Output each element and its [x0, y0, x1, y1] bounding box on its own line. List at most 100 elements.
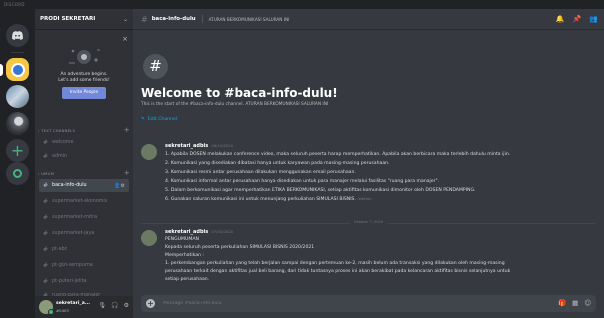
channel-hash-icon: # [143, 54, 168, 79]
emoji-icon[interactable]: ☺ [584, 299, 591, 307]
composer-tools: 🎁 ▦ ☺ [558, 299, 591, 307]
message-author[interactable]: sekretari_adbis 07/10/2020 [165, 229, 233, 235]
message-line: Memperhatikan : [165, 253, 204, 258]
gift-icon[interactable]: 🎁 [558, 299, 566, 307]
message-timestamp: 06/10/2020 [211, 143, 234, 148]
channel-admin[interactable]: # admin [39, 150, 129, 163]
channel-label: supermarket-jaya [52, 231, 95, 236]
channel-supermarket-ekonomis[interactable]: # supermarket-ekonomis [39, 195, 129, 208]
message: sekretari_adbis 06/10/2020 1. Apabila DOS… [141, 143, 596, 213]
channel-pt-puteri-jelita[interactable]: # pt-puteri-jelita [39, 275, 129, 288]
chat-area: # baca-info-dulu ATURAN BERKOMUNIKASI SA… [133, 9, 604, 318]
message-timestamp: 07/10/2020 [211, 229, 234, 234]
gif-icon[interactable]: ▦ [572, 299, 578, 307]
invite-line-2: Let's add some friends! [58, 78, 110, 83]
avatar[interactable] [39, 300, 54, 315]
selected-server-indicator [0, 64, 3, 76]
message-author[interactable]: sekretari_adbis 06/10/2020 [165, 143, 233, 149]
server-rail: + [0, 9, 35, 318]
gear-icon[interactable]: ⚙ [124, 302, 129, 309]
message-line: perusahaan terkait dengan aktifitas jual… [165, 269, 511, 274]
category-text-channels[interactable]: › TEXT CHANNELS + [38, 126, 130, 134]
hash-icon: # [43, 153, 49, 160]
server-header[interactable]: PRODI SEKRETARI ⌄ [35, 9, 133, 30]
channel-label: pt-puteri-jelita [52, 279, 87, 284]
rail-separator [11, 52, 24, 53]
channel-topic[interactable]: ATURAN BERKOMUNIKASI SALURAN INI [209, 17, 290, 22]
server-icon-3[interactable] [6, 112, 29, 135]
microphone-icon[interactable]: 🎙 [99, 302, 107, 309]
add-server-icon[interactable]: + [6, 139, 29, 162]
category-label: › TEXT CHANNELS [38, 127, 76, 133]
invite-card: × An adventure begins. Let's add some fr… [40, 34, 128, 112]
add-channel-icon[interactable]: + [124, 126, 130, 134]
message-line: Kepada seluruh peserta perkuliahan SIMUL… [165, 245, 315, 250]
header-divider [201, 15, 203, 23]
category-umum[interactable]: › UMUM + [38, 169, 130, 177]
header-toolbar: 🔔 📌 👥 [556, 15, 598, 23]
channel-welcome[interactable]: # welcome [39, 136, 129, 149]
user-tag: #0403 [56, 308, 69, 313]
pencil-icon: ✎ [141, 117, 145, 122]
channel-baca-info-dulu[interactable]: # baca-info-dulu 👤⚙ [39, 179, 129, 192]
home-button[interactable] [6, 24, 29, 47]
hash-icon: # [43, 246, 49, 253]
edit-channel-link[interactable]: ✎ Edit Channel [141, 117, 177, 122]
message-line: 6. Gunakan saluran komunikasi ini untuk … [165, 197, 372, 202]
avatar[interactable] [141, 230, 157, 246]
close-icon[interactable]: × [122, 35, 128, 43]
channel-sidebar: PRODI SEKRETARI ⌄ × An adventure begins.… [35, 9, 133, 318]
message-line: 5. Dalam berkomunikasi agar memperhatika… [165, 188, 476, 193]
category-label: › UMUM [38, 170, 55, 176]
hash-icon: # [43, 139, 49, 146]
hash-icon: # [43, 230, 49, 237]
message-line: setiap perusahaan. [165, 277, 210, 282]
members-icon[interactable]: 👥 [589, 15, 598, 23]
server-icon-2[interactable] [6, 85, 29, 108]
adventure-illustration-icon [69, 49, 100, 64]
message-line: 1. perkembangan perkuliahan yang telah b… [165, 261, 505, 266]
upload-plus-icon[interactable]: + [146, 299, 155, 308]
channel-label: supermarket-mitra [52, 215, 98, 220]
hash-icon: # [43, 198, 49, 205]
server-icon-prodi-sekretari[interactable] [6, 58, 29, 81]
edited-marker: (edited) [357, 197, 372, 201]
server-name: PRODI SEKRETARI [40, 16, 96, 22]
message-line: 2. Komunikasi yang disediakan dibatasi h… [165, 161, 390, 166]
channel-label: welcome [52, 140, 74, 145]
chevron-down-icon: ⌄ [122, 15, 128, 23]
channel-settings-icons[interactable]: 👤⚙ [114, 183, 125, 189]
message-composer: + 🎁 ▦ ☺ [141, 295, 596, 312]
add-channel-icon[interactable]: + [124, 169, 130, 177]
chat-header: # baca-info-dulu ATURAN BERKOMUNIKASI SA… [133, 9, 604, 30]
invite-people-button[interactable]: Invite People [62, 87, 106, 99]
message-line: 3. Komunikasi resmi antar perusahaan dil… [165, 170, 356, 175]
welcome-title: Welcome to #baca-info-dulu! [141, 86, 338, 100]
discord-logo-icon [12, 31, 23, 40]
pin-icon[interactable]: 📌 [573, 15, 582, 23]
user-controls: 🎙 🎧 ⚙ [99, 302, 130, 309]
channel-pt-gizi-sempurna[interactable]: # pt-gizi-sempurna [39, 259, 129, 272]
explore-servers-icon[interactable] [6, 162, 29, 185]
date-divider-label: October 7, 2020 [349, 220, 388, 224]
hash-icon: # [43, 182, 49, 189]
date-divider: October 7, 2020 [141, 220, 596, 224]
headphones-icon[interactable]: 🎧 [111, 302, 118, 309]
message: sekretari_adbis 07/10/2020 PENGUMUMAN Kep… [141, 229, 596, 289]
channel-supermarket-jaya[interactable]: # supermarket-jaya [39, 227, 129, 240]
channel-label: admin [52, 154, 68, 159]
avatar[interactable] [141, 144, 157, 160]
bell-icon[interactable]: 🔔 [556, 15, 565, 23]
message-input[interactable] [163, 295, 523, 312]
app-name: DISCORD [4, 2, 25, 7]
hash-icon: # [141, 14, 148, 24]
channel-supermarket-mitra[interactable]: # supermarket-mitra [39, 211, 129, 224]
channel-label: baca-info-dulu [52, 183, 87, 188]
channel-label: supermarket-ekonomis [52, 199, 108, 204]
hash-icon: # [43, 214, 49, 221]
channel-label: pt-abc [52, 247, 68, 252]
channel-pt-abc[interactable]: # pt-abc [39, 243, 129, 256]
invite-line-1: An adventure begins. [60, 72, 108, 77]
channel-label: pt-gizi-sempurna [52, 263, 93, 268]
hash-icon: # [43, 262, 49, 269]
